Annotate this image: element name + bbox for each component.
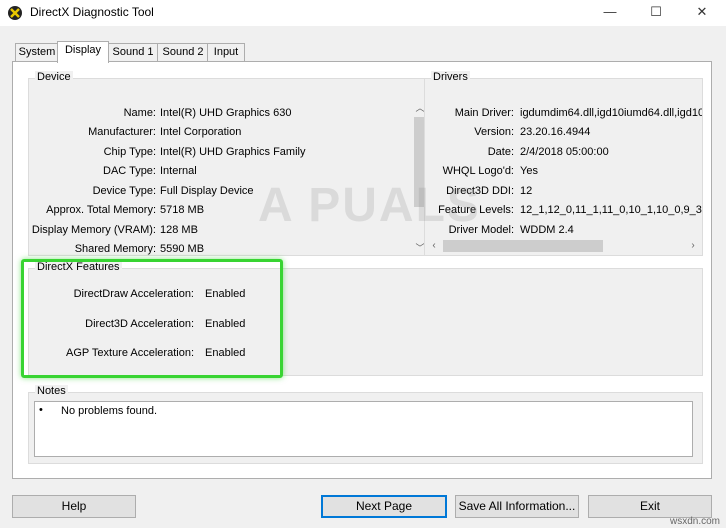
- device-label: Chip Type:: [103, 146, 156, 158]
- driver-label: Main Driver:: [454, 107, 514, 119]
- driver-value: 23.20.16.4944: [520, 126, 591, 138]
- device-value: Intel(R) UHD Graphics Family: [160, 146, 306, 158]
- driver-value: 12_1,12_0,11_1,11_0,10_1,10_0,9_3: [520, 204, 702, 216]
- appuals-watermark: A PUALS: [258, 179, 481, 232]
- device-value: Intel(R) UHD Graphics 630: [160, 107, 292, 119]
- minimize-button[interactable]: —: [587, 0, 633, 26]
- drivers-hscrollbar[interactable]: ‹ ›: [427, 239, 700, 253]
- driver-value: 2/4/2018 05:00:00: [520, 146, 609, 158]
- driver-value: Yes: [520, 165, 538, 177]
- driver-value: WDDM 2.4: [520, 224, 574, 236]
- next-page-button[interactable]: Next Page: [321, 495, 447, 518]
- save-all-information-button[interactable]: Save All Information...: [455, 495, 579, 518]
- tab-system[interactable]: System: [15, 43, 59, 61]
- device-label: Name:: [123, 107, 156, 119]
- device-label: Approx. Total Memory:: [46, 204, 156, 216]
- window-title: DirectX Diagnostic Tool: [30, 5, 154, 19]
- exit-button[interactable]: Exit: [588, 495, 712, 518]
- driver-label: Version:: [474, 126, 514, 138]
- site-watermark: wsxdn.com: [669, 516, 720, 527]
- device-value: Internal: [160, 165, 197, 177]
- tab-sound-2[interactable]: Sound 2: [157, 43, 209, 61]
- driver-value: 12: [520, 185, 533, 197]
- device-value: Intel Corporation: [160, 126, 242, 138]
- scroll-left-icon[interactable]: ‹: [427, 239, 441, 253]
- driver-value: igdumdim64.dll,igd10iumd64.dll,igd10i: [520, 107, 702, 119]
- bullet-icon: •: [39, 404, 43, 416]
- tab-display[interactable]: Display: [57, 41, 109, 63]
- tab-sound-1[interactable]: Sound 1: [107, 43, 159, 61]
- help-button[interactable]: Help: [12, 495, 136, 518]
- title-bar: DirectX Diagnostic Tool — ☐ ✕: [0, 0, 726, 26]
- notes-group-title: Notes: [35, 385, 68, 397]
- device-label: DAC Type:: [103, 165, 156, 177]
- notes-item: No problems found.: [61, 405, 157, 417]
- driver-label: WHQL Logo'd:: [442, 165, 514, 177]
- tab-input[interactable]: Input: [207, 43, 245, 61]
- device-value: 5590 MB: [160, 243, 205, 255]
- close-button[interactable]: ✕: [679, 0, 725, 26]
- device-label: Manufacturer:: [88, 126, 156, 138]
- device-value: 128 MB: [160, 224, 198, 236]
- scroll-right-icon[interactable]: ›: [686, 239, 700, 253]
- directx-icon: [8, 6, 22, 20]
- maximize-button[interactable]: ☐: [633, 0, 679, 26]
- device-label: Device Type:: [92, 185, 156, 197]
- device-value: Full Display Device: [160, 185, 254, 197]
- device-label: Shared Memory:: [74, 243, 156, 255]
- highlight-box: [21, 259, 283, 378]
- device-label: Display Memory (VRAM):: [31, 224, 156, 236]
- driver-label: Date:: [487, 146, 514, 158]
- notes-textbox[interactable]: • No problems found.: [34, 401, 693, 457]
- hscroll-thumb[interactable]: [443, 240, 603, 252]
- device-value: 5718 MB: [160, 204, 205, 216]
